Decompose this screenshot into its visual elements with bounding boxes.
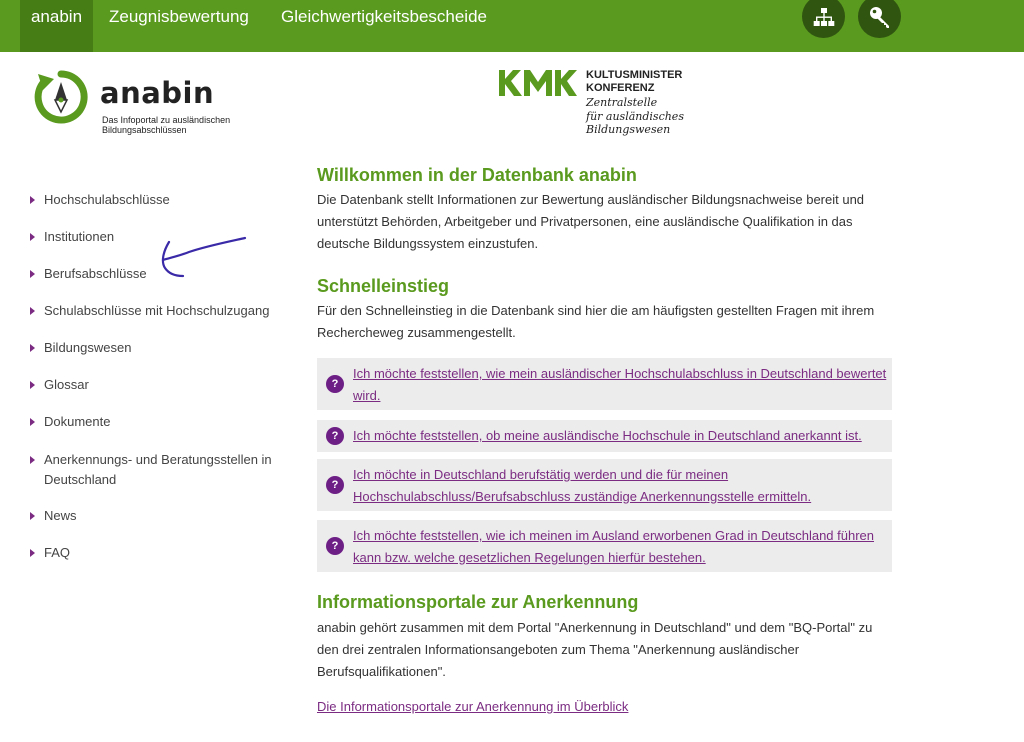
bullet-icon	[30, 381, 35, 389]
question-link[interactable]: Ich möchte feststellen, wie mein ausländ…	[353, 363, 888, 406]
informationsportale-text: anabin gehört zusammen mit dem Portal "A…	[317, 620, 873, 679]
sidebar-item-glossar[interactable]: Glossar	[30, 375, 290, 395]
sidebar-item-label: News	[44, 508, 77, 523]
sidebar-item-dokumente[interactable]: Dokumente	[30, 412, 290, 432]
top-navigation-bar: anabin Zeugnisbewertung Gleichwertigkeit…	[0, 0, 1024, 52]
kmk-letters-logo	[499, 70, 577, 96]
kmk-italic-2: für ausländisches	[586, 109, 684, 123]
sidebar-item-hochschulabschluesse[interactable]: Hochschulabschlüsse	[30, 190, 290, 210]
question-link[interactable]: Ich möchte feststellen, ob meine ausländ…	[353, 425, 888, 447]
question-icon: ?	[326, 427, 344, 445]
kmk-name: KULTUSMINISTER KONFERENZ	[586, 69, 682, 95]
kmk-logo[interactable]: KULTUSMINISTER KONFERENZ Zentralstelle f…	[499, 68, 709, 144]
question-link[interactable]: Ich möchte in Deutschland berufstätig we…	[353, 464, 888, 507]
question-link[interactable]: Ich möchte feststellen, wie ich meinen i…	[353, 525, 888, 568]
question-icon: ?	[326, 476, 344, 494]
hand-drawn-arrow-annotation	[161, 236, 247, 278]
bullet-icon	[30, 456, 35, 464]
sitemap-button[interactable]	[802, 0, 845, 38]
kmk-subtitle: Zentralstelle für ausländisches Bildungs…	[586, 96, 684, 137]
nav-zeugnisbewertung[interactable]: Zeugnisbewertung	[109, 0, 249, 52]
bullet-icon	[30, 418, 35, 426]
compass-logo-icon	[34, 70, 88, 124]
welcome-title: Willkommen in der Datenbank anabin	[317, 165, 637, 185]
kmk-line-2: KONFERENZ	[586, 82, 655, 94]
logo-subtitle: Das Infoportal zu ausländischen Bildungs…	[102, 115, 231, 135]
kmk-line-1: KULTUSMINISTER	[586, 69, 683, 81]
question-box[interactable]: ? Ich möchte in Deutschland berufstätig …	[317, 459, 892, 511]
bullet-icon	[30, 233, 35, 241]
bullet-icon	[30, 549, 35, 557]
sidebar-item-faq[interactable]: FAQ	[30, 543, 290, 563]
kmk-italic-3: Bildungswesen	[586, 123, 671, 136]
nav-gleichwertigkeitsbescheide[interactable]: Gleichwertigkeitsbescheide	[281, 0, 487, 52]
bullet-icon	[30, 344, 35, 352]
sidebar-item-schulabschluesse[interactable]: Schulabschlüsse mit Hochschulzugang	[30, 301, 290, 321]
welcome-text: Die Datenbank stellt Informationen zur B…	[317, 192, 865, 251]
informationsportale-link[interactable]: Die Informationsportale zur Anerkennung …	[317, 697, 628, 717]
login-button[interactable]	[858, 0, 901, 38]
bullet-icon	[30, 196, 35, 204]
logo-wordmark: anabin	[100, 76, 215, 110]
nav-anabin[interactable]: anabin	[20, 0, 93, 52]
bullet-icon	[30, 270, 35, 278]
sidebar-item-bildungswesen[interactable]: Bildungswesen	[30, 338, 290, 358]
sidebar-item-label: Schulabschlüsse mit Hochschulzugang	[44, 303, 270, 318]
question-box[interactable]: ? Ich möchte feststellen, ob meine auslä…	[317, 420, 892, 452]
sitemap-icon	[813, 7, 834, 26]
sidebar-item-label: Glossar	[44, 377, 89, 392]
bullet-icon	[30, 512, 35, 520]
question-icon: ?	[326, 375, 344, 393]
informationsportale-title: Informationsportale zur Anerkennung	[317, 592, 639, 612]
sidebar-item-anerkennungsstellen[interactable]: Anerkennungs- und Beratungsstellen in De…	[30, 450, 280, 490]
question-icon: ?	[326, 537, 344, 555]
bullet-icon	[30, 307, 35, 315]
sidebar-item-label: FAQ	[44, 545, 71, 560]
sidebar-item-label: Bildungswesen	[44, 340, 132, 355]
schnelleinstieg-title: Schnelleinstieg	[317, 276, 450, 296]
kmk-italic-1: Zentralstelle	[586, 96, 658, 109]
anabin-logo[interactable]: anabin Das Infoportal zu ausländischen B…	[34, 70, 264, 142]
schnelleinstieg-text: Für den Schnelleinstieg in die Datenbank…	[317, 303, 875, 340]
sidebar-item-label: Hochschulabschlüsse	[44, 192, 170, 207]
key-icon	[869, 6, 889, 28]
sidebar-item-label: Dokumente	[44, 414, 111, 429]
question-box[interactable]: ? Ich möchte feststellen, wie mein auslä…	[317, 358, 892, 410]
question-box[interactable]: ? Ich möchte feststellen, wie ich meinen…	[317, 520, 892, 572]
sidebar-item-news[interactable]: News	[30, 506, 290, 526]
sidebar-item-label: Anerkennungs- und Beratungsstellen in De…	[44, 452, 272, 487]
